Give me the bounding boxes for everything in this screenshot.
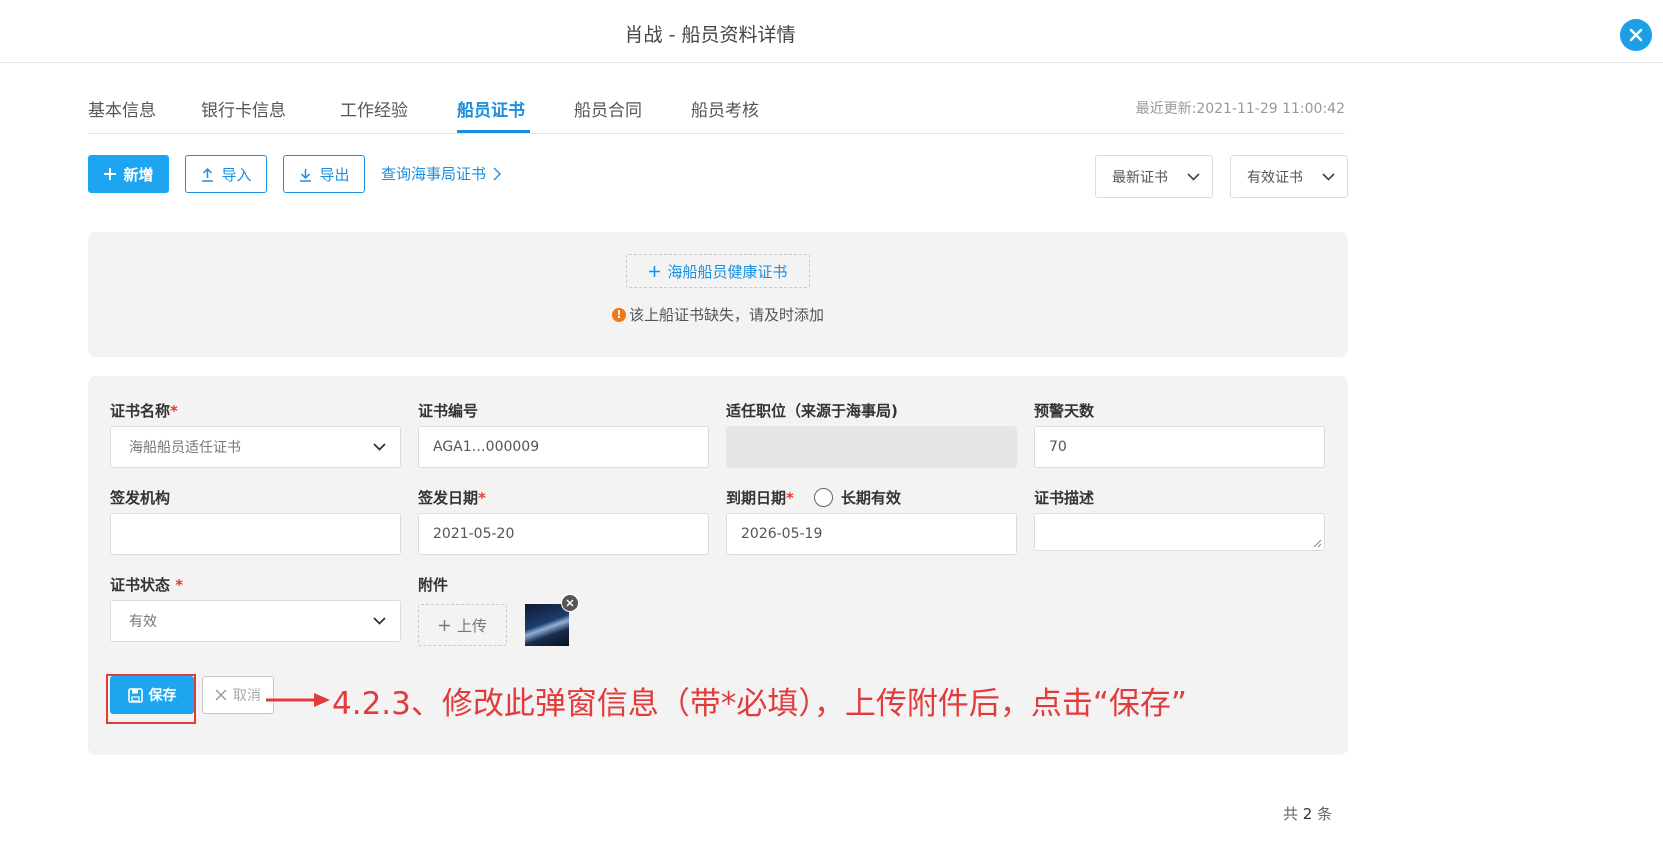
cert-name-value: 海船船员适任证书 <box>129 440 241 456</box>
description-textarea[interactable] <box>1034 513 1325 551</box>
expire-date-label: 到期日期 * 长期有效 <box>726 488 901 507</box>
missing-certificate-warning: ! 该上船证书缺失，请及时添加 <box>88 304 1348 325</box>
issue-date-value: 2021-05-20 <box>433 526 515 542</box>
tab-work-experience[interactable]: 工作经验 <box>340 96 408 121</box>
missing-certificate-warning-text: 该上船证书缺失，请及时添加 <box>628 306 824 324</box>
validity-select-value: 有效证书 <box>1247 169 1303 186</box>
active-tab-indicator <box>457 130 530 133</box>
chevron-down-icon <box>373 617 386 625</box>
issue-date-field[interactable]: 2021-05-20 <box>418 513 709 555</box>
dialog-title: 肖战 - 船员资料详情 <box>624 24 796 46</box>
attachment-label: 附件 <box>418 576 449 594</box>
cert-name-select[interactable]: 海船船员适任证书 <box>110 426 401 468</box>
cert-name-label: 证书名称* <box>110 402 178 420</box>
annotation-arrow-icon <box>266 693 330 707</box>
add-button[interactable]: 新增 <box>88 155 169 193</box>
cert-no-value: AGA1…000009 <box>433 439 540 455</box>
last-update-text: 最近更新:2021-11-29 11:00:42 <box>1135 101 1345 117</box>
chevron-down-icon <box>1187 172 1200 181</box>
upload-icon <box>202 167 214 182</box>
issuer-field[interactable] <box>110 513 401 555</box>
issue-date-label: 签发日期* <box>418 489 486 507</box>
pagination-total: 共 2 条 <box>1283 805 1333 823</box>
warn-days-field[interactable]: 70 <box>1034 426 1325 468</box>
sort-select-value: 最新证书 <box>1112 169 1168 186</box>
tab-bar: 基本信息 银行卡信息 工作经验 船员证书 船员合同 船员考核 最近更新:2021… <box>88 88 1345 134</box>
cert-no-field[interactable]: AGA1…000009 <box>418 426 709 468</box>
status-value: 有效 <box>129 614 157 630</box>
plus-icon <box>649 265 661 277</box>
status-select[interactable]: 有效 <box>110 600 401 642</box>
cert-no-label: 证书编号 <box>418 402 479 420</box>
tab-crew-assessment[interactable]: 船员考核 <box>691 96 759 121</box>
download-icon <box>300 168 312 182</box>
warn-days-label: 预警天数 <box>1034 402 1095 420</box>
tab-basic-info[interactable]: 基本信息 <box>88 96 156 121</box>
import-button-label: 导入 <box>221 165 252 184</box>
close-icon <box>566 599 574 607</box>
expire-date-field[interactable]: 2026-05-19 <box>726 513 1017 555</box>
description-label: 证书描述 <box>1034 489 1095 507</box>
plus-icon <box>438 619 450 631</box>
missing-certificate-panel: 海船船员健康证书 ! 该上船证书缺失，请及时添加 <box>88 232 1348 357</box>
query-msa-cert-link[interactable]: 查询海事局证书 <box>381 163 502 184</box>
position-field <box>726 426 1017 468</box>
sort-select[interactable]: 最新证书 <box>1095 155 1213 198</box>
chevron-right-icon <box>493 167 502 180</box>
upload-label: 上传 <box>456 616 487 635</box>
attachment-thumbnail[interactable] <box>525 604 569 646</box>
warning-icon: ! <box>611 307 626 322</box>
cancel-button-label: 取消 <box>233 688 261 704</box>
add-health-certificate-label: 海船船员健康证书 <box>667 262 788 281</box>
warn-days-value: 70 <box>1049 439 1067 455</box>
add-health-certificate-button[interactable]: 海船船员健康证书 <box>626 254 810 288</box>
upload-button[interactable]: 上传 <box>418 604 507 646</box>
resize-handle-icon <box>1313 539 1322 548</box>
tab-bank-card[interactable]: 银行卡信息 <box>201 96 286 121</box>
annotation-text: 4.2.3、修改此弹窗信息（带*必填），上传附件后，点击“保存” <box>332 686 1187 722</box>
expire-date-value: 2026-05-19 <box>741 526 823 542</box>
query-msa-cert-label: 查询海事局证书 <box>381 165 487 183</box>
tab-crew-certificates[interactable]: 船员证书 <box>457 96 525 121</box>
status-label: 证书状态 * <box>110 576 184 594</box>
add-button-label: 新增 <box>123 165 154 184</box>
remove-attachment-button[interactable] <box>561 594 579 612</box>
long-term-radio[interactable] <box>813 488 833 507</box>
issuer-label: 签发机构 <box>110 489 171 507</box>
close-icon <box>1629 28 1643 42</box>
chevron-down-icon <box>373 443 386 451</box>
dialog-header: 肖战 - 船员资料详情 <box>0 0 1663 63</box>
annotation-highlight-box <box>106 674 196 724</box>
long-term-label: 长期有效 <box>840 489 901 507</box>
export-button[interactable]: 导出 <box>283 155 365 193</box>
close-icon <box>215 689 227 701</box>
close-button[interactable] <box>1620 19 1652 51</box>
plus-icon <box>104 168 117 180</box>
validity-select[interactable]: 有效证书 <box>1230 155 1348 198</box>
position-label: 适任职位（来源于海事局) <box>726 402 898 420</box>
import-button[interactable]: 导入 <box>185 155 267 193</box>
export-button-label: 导出 <box>319 165 350 184</box>
tab-crew-contracts[interactable]: 船员合同 <box>574 96 642 121</box>
chevron-down-icon <box>1322 172 1335 181</box>
